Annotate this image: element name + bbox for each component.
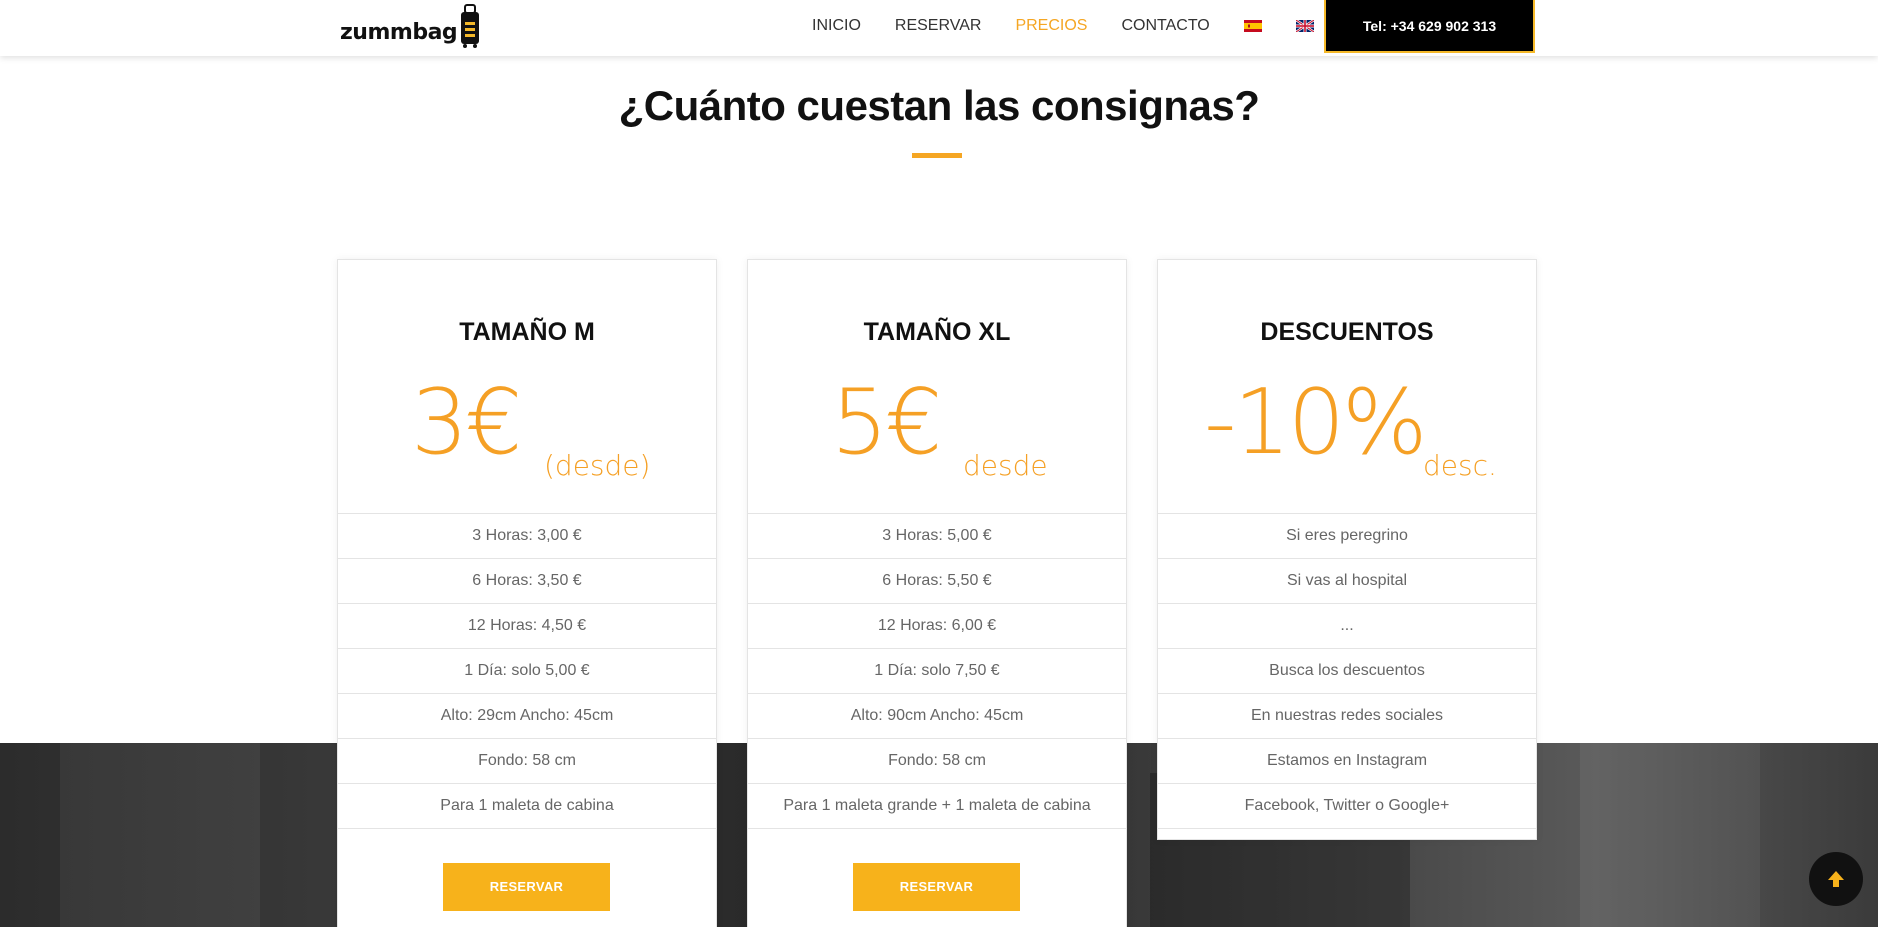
price-value: 3€ <box>411 370 523 475</box>
uk-flag-icon[interactable] <box>1295 20 1314 32</box>
list-item: 6 Horas: 5,50 € <box>748 559 1126 604</box>
feature-list: 3 Horas: 3,00 € 6 Horas: 3,50 € 12 Horas… <box>338 514 716 829</box>
list-item: 3 Horas: 5,00 € <box>748 514 1126 559</box>
reservar-button[interactable]: RESERVAR <box>443 863 610 911</box>
site-logo[interactable]: zummbag <box>340 4 481 48</box>
list-item: Fondo: 58 cm <box>338 739 716 784</box>
list-item: 12 Horas: 6,00 € <box>748 604 1126 649</box>
list-item: ... <box>1158 604 1536 649</box>
es-flag-icon[interactable] <box>1243 20 1262 32</box>
pricing-card-xl: TAMAÑO XL 5€ desde 3 Horas: 5,00 € 6 Hor… <box>747 259 1127 927</box>
card-title: DESCUENTOS <box>1260 318 1434 346</box>
list-item: Para 1 maleta de cabina <box>338 784 716 829</box>
price-value: -10% <box>1204 370 1428 475</box>
list-item: 1 Día: solo 5,00 € <box>338 649 716 694</box>
list-item: Estamos en Instagram <box>1158 739 1536 784</box>
list-item: Alto: 90cm Ancho: 45cm <box>748 694 1126 739</box>
list-item: Busca los descuentos <box>1158 649 1536 694</box>
site-header: zummbag INICIO RESERVAR PRECIOS CONTACTO <box>0 0 1878 56</box>
suitcase-icon <box>461 4 480 48</box>
price-suffix: desde <box>963 449 1048 482</box>
nav-reservar[interactable]: RESERVAR <box>895 17 982 35</box>
price-suffix: desc. <box>1423 449 1497 482</box>
card-title: TAMAÑO M <box>459 318 595 346</box>
section-title: ¿Cuánto cuestan las consignas? <box>618 82 1260 129</box>
nav-inicio[interactable]: INICIO <box>812 17 861 35</box>
list-item: 6 Horas: 3,50 € <box>338 559 716 604</box>
pricing-card-m: TAMAÑO M 3€ (desde) 3 Horas: 3,00 € 6 Ho… <box>337 259 717 927</box>
list-item: 12 Horas: 4,50 € <box>338 604 716 649</box>
list-item: 3 Horas: 3,00 € <box>338 514 716 559</box>
list-item: Facebook, Twitter o Google+ <box>1158 784 1536 829</box>
card-header: DESCUENTOS -10% desc. <box>1158 260 1536 514</box>
price-value: 5€ <box>831 370 943 475</box>
feature-list: Si eres peregrino Si vas al hospital ...… <box>1158 514 1536 829</box>
feature-list: 3 Horas: 5,00 € 6 Horas: 5,50 € 12 Horas… <box>748 514 1126 829</box>
card-header: TAMAÑO M 3€ (desde) <box>338 260 716 514</box>
list-item: Fondo: 58 cm <box>748 739 1126 784</box>
title-divider <box>912 153 962 158</box>
pricing-card-descuentos: DESCUENTOS -10% desc. Si eres peregrino … <box>1157 259 1537 840</box>
nav-precios[interactable]: PRECIOS <box>1015 17 1087 35</box>
arrow-up-icon <box>1828 871 1844 887</box>
main-nav: INICIO RESERVAR PRECIOS CONTACTO <box>812 0 1348 52</box>
scroll-top-button[interactable] <box>1809 852 1863 906</box>
price-suffix: (desde) <box>544 449 651 482</box>
card-title: TAMAÑO XL <box>863 318 1011 346</box>
phone-button[interactable]: Tel: +34 629 902 313 <box>1324 0 1535 53</box>
list-item: Para 1 maleta grande + 1 maleta de cabin… <box>748 784 1126 829</box>
list-item: Si vas al hospital <box>1158 559 1536 604</box>
list-item: En nuestras redes sociales <box>1158 694 1536 739</box>
nav-contacto[interactable]: CONTACTO <box>1121 17 1209 35</box>
card-header: TAMAÑO XL 5€ desde <box>748 260 1126 514</box>
list-item: 1 Día: solo 7,50 € <box>748 649 1126 694</box>
logo-text: zummbag <box>340 20 458 45</box>
list-item: Alto: 29cm Ancho: 45cm <box>338 694 716 739</box>
list-item: Si eres peregrino <box>1158 514 1536 559</box>
reservar-button[interactable]: RESERVAR <box>853 863 1020 911</box>
